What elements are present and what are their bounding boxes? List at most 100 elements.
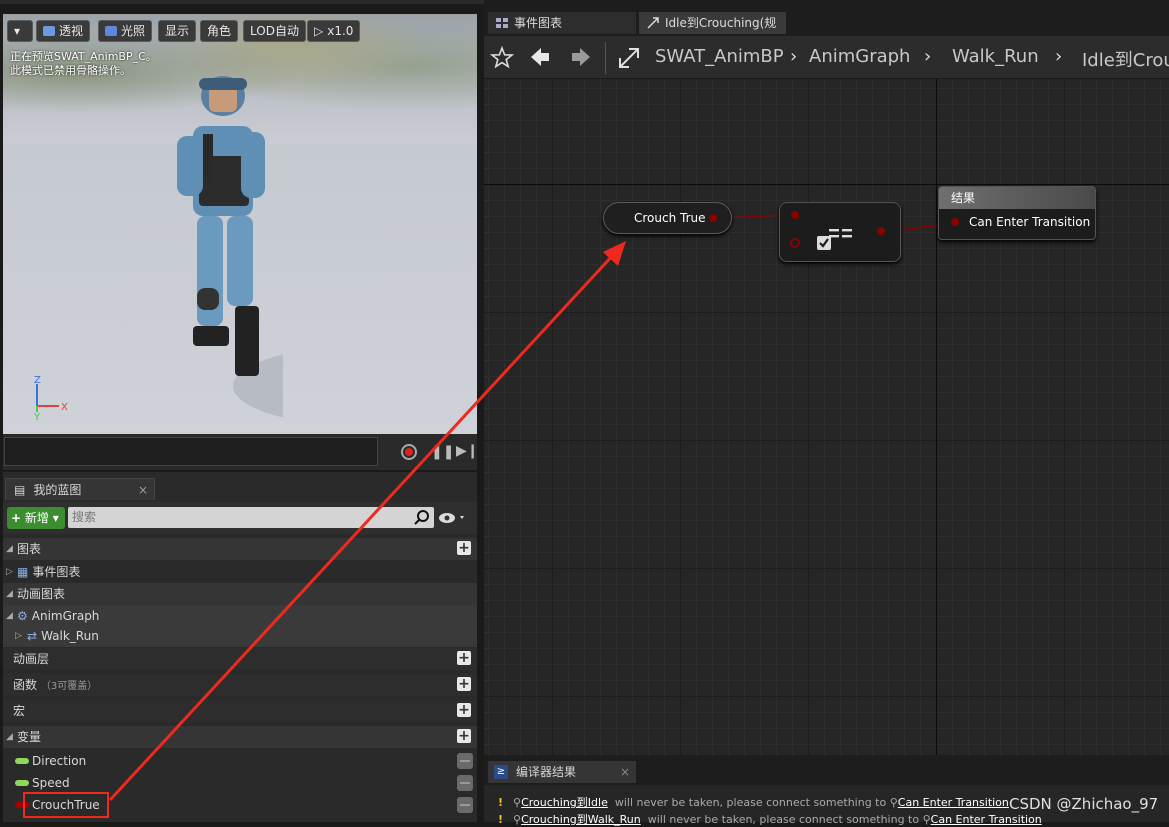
section-functions[interactable]: 函数 （3可覆盖） + — [3, 674, 477, 696]
compiler-icon: ≥ — [494, 765, 508, 779]
lighting-button[interactable]: 光照 — [98, 20, 153, 42]
back-arrow-icon[interactable] — [528, 46, 552, 68]
magnifier-icon: ⚲ — [922, 813, 931, 826]
event-graph-icon: ▦ — [17, 565, 29, 579]
warning-icon: ! — [498, 813, 504, 826]
axis-z-label: Z — [34, 375, 41, 386]
visibility-toggle-icon[interactable] — [457, 775, 473, 791]
bool-output-pin[interactable] — [709, 214, 717, 222]
preview-notice: 正在预览SWAT_AnimBP_C。 此模式已禁用骨骼操作。 — [10, 50, 157, 77]
result-node-header: 结果 — [939, 187, 1095, 209]
message-source-link[interactable]: Crouching到Walk_Run — [521, 813, 641, 826]
search-icon[interactable] — [414, 509, 430, 525]
toolbar-divider — [605, 42, 606, 74]
tab-my-blueprint[interactable]: ▤ 我的蓝图 × — [5, 478, 155, 500]
variable-direction[interactable]: Direction — [3, 750, 477, 772]
magnifier-icon: ⚲ — [513, 796, 522, 809]
breadcrumb-item[interactable]: Idle到Crou — [1082, 46, 1169, 72]
star-icon[interactable] — [490, 46, 514, 68]
section-anim-layers[interactable]: 动画层 + — [3, 648, 477, 670]
forward-arrow-icon[interactable] — [569, 46, 593, 68]
get-crouch-true-node[interactable]: Crouch True — [603, 202, 732, 234]
visibility-toggle-icon[interactable] — [457, 797, 473, 813]
bool-input-pin-a[interactable] — [791, 211, 799, 219]
message-target-link[interactable]: Can Enter Transition — [898, 796, 1009, 809]
character-button[interactable]: 角色 — [200, 20, 239, 42]
visibility-toggle-icon[interactable] — [457, 753, 473, 769]
bool-input-pin[interactable] — [951, 218, 959, 226]
expand-arrow-icon: ▷ — [6, 567, 13, 577]
tree-item-animgraph[interactable]: ◢ ⚙ AnimGraph — [3, 605, 477, 627]
breadcrumb-separator-icon: › — [1055, 46, 1063, 67]
transition-icon — [619, 48, 639, 68]
breadcrumb-item[interactable]: Walk_Run — [952, 46, 1039, 67]
axis-y-label: Y — [33, 412, 41, 420]
bool-output-pin[interactable] — [877, 227, 885, 235]
variable-speed[interactable]: Speed — [3, 772, 477, 794]
add-variable-icon[interactable]: + — [457, 729, 471, 743]
annotation-highlight-box — [23, 792, 109, 818]
preview-viewport[interactable]: ▾ 透视 光照 显示 角色 LOD自动 ▷ x1.0 正在预览SWAT_AnimB… — [3, 14, 477, 434]
timeline-scrubber[interactable] — [4, 437, 378, 466]
add-graph-icon[interactable]: + — [457, 541, 471, 555]
pause-icon[interactable]: ❚❚ — [431, 444, 454, 460]
tree-item-event-graph[interactable]: ▷ ▦ 事件图表 — [3, 561, 477, 583]
close-icon[interactable]: × — [620, 761, 630, 783]
magnifier-icon: ⚲ — [889, 796, 898, 809]
section-variables[interactable]: ◢ 变量 + — [3, 726, 477, 748]
bool-equals-node[interactable] — [779, 202, 901, 262]
compiler-message: ! ⚲Crouching到Idle will never be taken, pl… — [498, 796, 1009, 809]
add-macro-icon[interactable]: + — [457, 703, 471, 717]
breadcrumb-separator-icon: › — [790, 46, 798, 67]
breadcrumb-item[interactable]: SWAT_AnimBP — [655, 46, 784, 67]
warning-icon: ! — [498, 796, 504, 809]
transition-icon — [647, 17, 659, 29]
add-new-button[interactable]: + 新增 ▾ — [7, 507, 65, 529]
breadcrumb-item[interactable]: AnimGraph — [809, 46, 910, 67]
graph-origin-axis-horizontal — [484, 184, 1169, 185]
record-icon[interactable] — [401, 444, 417, 460]
lod-button[interactable]: LOD自动 — [243, 20, 306, 42]
can-enter-transition-row: Can Enter Transition — [939, 209, 1095, 235]
event-graph-icon — [496, 18, 508, 28]
collapse-arrow-icon: ◢ — [6, 544, 13, 554]
float-pin-icon — [15, 758, 29, 764]
add-layer-icon[interactable]: + — [457, 651, 471, 665]
tab-compiler-results[interactable]: ≥ 编译器结果 × — [488, 761, 636, 783]
viewport-options-button[interactable]: ▾ — [7, 20, 33, 42]
message-target-link[interactable]: Can Enter Transition — [931, 813, 1042, 826]
tree-item-walk-run[interactable]: ▷ ⇄ Walk_Run — [3, 625, 477, 647]
chevron-down-icon: ▾ — [14, 24, 21, 38]
collapse-arrow-icon: ◢ — [6, 611, 13, 621]
show-button[interactable]: 显示 — [158, 20, 197, 42]
section-anim-graphs[interactable]: ◢ 动画图表 — [3, 583, 477, 605]
result-node[interactable]: 结果 Can Enter Transition — [938, 186, 1096, 240]
plus-icon: + — [11, 511, 22, 525]
compiler-message: ! ⚲Crouching到Walk_Run will never be taken… — [498, 813, 1042, 826]
section-macros[interactable]: 宏 + — [3, 700, 477, 722]
playback-speed-button[interactable]: ▷ x1.0 — [307, 20, 361, 42]
graph-canvas[interactable] — [484, 36, 1169, 755]
character-model — [177, 76, 283, 418]
axis-gizmo: Z X Y — [33, 375, 68, 420]
watermark-text: CSDN @Zhichao_97 — [1009, 795, 1159, 813]
book-icon: ▤ — [14, 483, 26, 497]
tab-event-graph[interactable]: 事件图表 — [488, 12, 636, 34]
float-pin-icon — [15, 780, 29, 786]
perspective-button[interactable]: 透视 — [36, 20, 91, 42]
chevron-down-icon: ▾ — [52, 511, 59, 525]
add-function-icon[interactable]: + — [457, 677, 471, 691]
tab-idle-to-crouching[interactable]: Idle到Crouching(规 — [639, 12, 786, 34]
section-graphs[interactable]: ◢ 图表 + — [3, 538, 477, 560]
equals-icon — [817, 229, 852, 250]
close-icon[interactable]: × — [138, 479, 148, 501]
axis-x-label: X — [61, 402, 68, 413]
bool-input-pin-b[interactable] — [790, 238, 800, 248]
visibility-eye-icon[interactable] — [438, 510, 468, 526]
perspective-icon — [43, 26, 55, 36]
step-forward-icon[interactable]: ▶❙ — [456, 443, 479, 459]
search-input[interactable]: 搜索 — [68, 507, 434, 528]
magnifier-icon: ⚲ — [513, 813, 522, 826]
collapse-arrow-icon: ◢ — [6, 732, 13, 742]
message-source-link[interactable]: Crouching到Idle — [521, 796, 608, 809]
